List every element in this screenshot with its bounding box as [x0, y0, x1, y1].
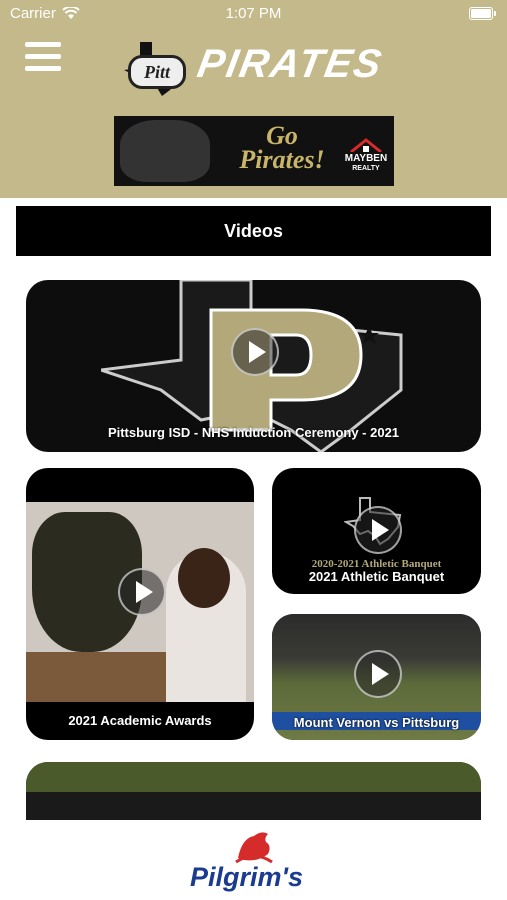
video-card-football[interactable]: Mount Vernon vs Pittsburg [272, 614, 481, 740]
ad-slogan-line2: Pirates! [239, 145, 325, 174]
podium-graphic [26, 652, 176, 702]
page-title: Videos [16, 206, 491, 256]
video-card-nhs[interactable]: Pittsburg ISD - NHS Induction Ceremony -… [26, 280, 481, 452]
pitt-badge: Pitt [128, 55, 186, 89]
status-bar: Carrier 1:07 PM [0, 0, 507, 28]
rooster-icon [235, 832, 273, 864]
footer-sponsor-name: Pilgrim's [190, 862, 303, 892]
play-icon[interactable] [118, 568, 166, 616]
menu-line-icon [25, 66, 61, 71]
play-icon[interactable] [231, 328, 279, 376]
menu-line-icon [25, 54, 61, 59]
video-title: Mount Vernon vs Pittsburg [293, 715, 460, 730]
video-title: Pittsburg ISD - NHS Induction Ceremony -… [107, 425, 400, 440]
status-time: 1:07 PM [225, 5, 282, 22]
video-title: 2021 Academic Awards [68, 713, 212, 728]
sponsor-name: MAYBEN [344, 153, 388, 164]
ad-slogan: Go Pirates! [232, 123, 332, 174]
video-card-banquet[interactable]: 2020-2021 Athletic Banquet 2021 Athletic… [272, 468, 481, 594]
video-thumbnail [26, 762, 481, 792]
sponsor-sub: REALTY [352, 165, 380, 172]
speaker-head-graphic [178, 548, 230, 608]
battery-icon [469, 7, 496, 20]
pirate-skull-graphic [120, 120, 210, 182]
house-roof-icon [350, 138, 382, 152]
hamburger-menu-button[interactable] [25, 42, 61, 72]
menu-line-icon [25, 42, 61, 47]
app-header: Carrier 1:07 PM Pitt PIRATES Go Pirates! [0, 0, 507, 198]
brand-title: PIRATES [194, 42, 387, 86]
video-card-academic[interactable]: 2021 Academic Awards [26, 468, 254, 740]
video-title: 2021 Athletic Banquet [308, 569, 445, 584]
play-icon[interactable] [354, 650, 402, 698]
play-icon[interactable] [354, 506, 402, 554]
sponsor-logo: MAYBEN REALTY [340, 154, 392, 174]
ad-banner[interactable]: Go Pirates! MAYBEN REALTY [114, 116, 394, 186]
